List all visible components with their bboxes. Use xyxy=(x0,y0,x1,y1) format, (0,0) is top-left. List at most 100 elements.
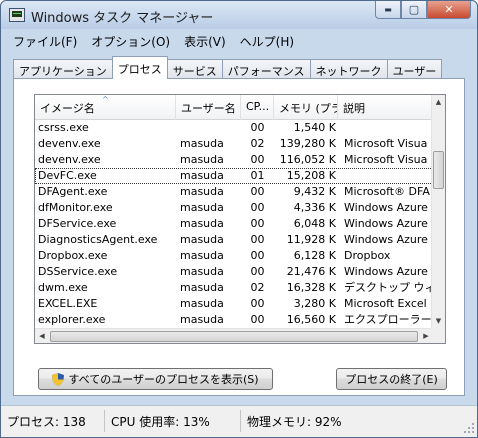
cell-description: デスクトップ ウィン xyxy=(344,281,433,294)
cell-cpu: 01 xyxy=(250,169,265,182)
cell-description: Windows Azure xyxy=(344,217,428,230)
menu-bar: ファイル(F) オプション(O) 表示(V) ヘルプ(H) xyxy=(7,31,302,51)
process-row[interactable]: explorer.exe masuda 00 16,560 K エクスプローラー xyxy=(35,312,433,328)
end-process-button[interactable]: プロセスの終了(E) xyxy=(336,368,447,390)
process-row[interactable]: Dropbox.exe masuda 00 6,128 K Dropbox xyxy=(35,248,433,264)
cell-memory: 1,540 K xyxy=(293,121,336,134)
column-cpu[interactable]: CP... xyxy=(241,95,274,120)
title-bar[interactable]: Windows タスク マネージャー ▬ ▢ ✕ xyxy=(1,1,477,29)
process-row[interactable]: DevFC.exe masuda 01 15,208 K xyxy=(35,168,433,184)
window-controls: ▬ ▢ ✕ xyxy=(375,1,471,19)
process-row[interactable]: devenv.exe masuda 02 139,280 K Microsoft Vis… xyxy=(35,136,433,152)
cell-cpu: 00 xyxy=(250,185,265,198)
cell-cpu: 02 xyxy=(250,137,265,150)
cell-cpu: 00 xyxy=(250,233,265,246)
task-manager-icon xyxy=(9,8,25,22)
column-image-name[interactable]: イメージ名 ^ xyxy=(35,95,176,120)
cell-cpu: 00 xyxy=(250,201,265,214)
process-row[interactable]: EXCEL.EXE masuda 00 3,280 K Microsoft Excel xyxy=(35,296,433,312)
tab-processes[interactable]: プロセス xyxy=(111,56,168,79)
cell-image-name: EXCEL.EXE xyxy=(38,297,98,310)
cell-memory: 6,128 K xyxy=(293,249,336,262)
menu-file[interactable]: ファイル(F) xyxy=(7,31,85,51)
cell-description: Windows Azure xyxy=(344,233,428,246)
menu-help[interactable]: ヘルプ(H) xyxy=(234,31,302,51)
column-image-name-label: イメージ名 xyxy=(40,102,95,115)
cell-cpu: 00 xyxy=(250,265,265,278)
process-row[interactable]: dwm.exe masuda 02 16,328 K デスクトップ ウィン xyxy=(35,280,433,296)
vertical-scroll-thumb[interactable] xyxy=(433,151,444,189)
cell-cpu: 00 xyxy=(250,217,265,230)
minimize-icon: ▬ xyxy=(384,5,392,14)
cell-memory: 21,476 K xyxy=(286,265,336,278)
vertical-scrollbar[interactable]: ▲ ▼ xyxy=(431,95,445,328)
cell-user-name xyxy=(176,120,241,136)
cell-memory: 6,048 K xyxy=(293,217,336,230)
cell-user-name: masuda xyxy=(180,201,224,214)
cell-description: Microsoft Excel xyxy=(344,297,427,310)
cell-user-name: masuda xyxy=(180,281,224,294)
cell-description: Windows Azure xyxy=(344,201,428,214)
menu-options[interactable]: オプション(O) xyxy=(85,31,178,51)
end-process-label: プロセスの終了(E) xyxy=(345,373,438,386)
cell-user-name: masuda xyxy=(180,313,224,326)
column-user-name[interactable]: ユーザー名 xyxy=(176,95,241,120)
scroll-down-icon[interactable]: ▼ xyxy=(432,314,445,328)
status-cpu-usage: CPU 使用率: 13% xyxy=(105,410,241,432)
cell-memory: 4,336 K xyxy=(293,201,336,214)
process-row[interactable]: DSService.exe masuda 00 21,476 K Windows Azu… xyxy=(35,264,433,280)
process-row[interactable]: dfMonitor.exe masuda 00 4,336 K Windows Azur… xyxy=(35,200,433,216)
cell-description xyxy=(338,168,433,184)
tab-performance[interactable]: パフォーマンス xyxy=(221,59,311,79)
cell-description: Windows Azure xyxy=(344,265,428,278)
cell-image-name: dwm.exe xyxy=(38,281,88,294)
close-button[interactable]: ✕ xyxy=(427,1,471,19)
cell-cpu: 00 xyxy=(250,153,265,166)
cell-image-name: DiagnosticsAgent.exe xyxy=(38,233,158,246)
cell-cpu: 00 xyxy=(250,313,265,326)
column-memory[interactable]: メモリ (プラ... xyxy=(274,95,338,120)
cell-description xyxy=(338,120,433,136)
maximize-button[interactable]: ▢ xyxy=(401,1,427,19)
process-row[interactable]: devenv.exe masuda 00 116,052 K Microsoft Vis… xyxy=(35,152,433,168)
cell-cpu: 02 xyxy=(250,281,265,294)
cell-user-name: masuda xyxy=(180,217,224,230)
menu-view[interactable]: 表示(V) xyxy=(178,31,234,51)
horizontal-scrollbar[interactable]: ◀ ▶ xyxy=(35,328,433,343)
process-list[interactable]: イメージ名 ^ ユーザー名 CP... メモリ (プラ... 説明 csrss.… xyxy=(34,94,446,344)
cell-memory: 116,052 K xyxy=(279,153,336,166)
cell-memory: 16,328 K xyxy=(286,281,336,294)
process-row[interactable]: DFService.exe masuda 00 6,048 K Windows Azur… xyxy=(35,216,433,232)
horizontal-scroll-thumb[interactable] xyxy=(50,331,418,342)
cell-memory: 139,280 K xyxy=(279,137,336,150)
tab-applications[interactable]: アプリケーション xyxy=(13,59,113,79)
process-row[interactable]: csrss.exe 00 1,540 K xyxy=(35,120,433,136)
maximize-icon: ▢ xyxy=(408,3,420,16)
process-row[interactable]: DiagnosticsAgent.exe masuda 00 11,928 K Wind… xyxy=(35,232,433,248)
cell-description: Microsoft Visua xyxy=(344,153,428,166)
cell-memory: 15,208 K xyxy=(286,169,336,182)
tab-strip: アプリケーション プロセス サービス パフォーマンス ネットワーク ユーザー xyxy=(13,56,443,79)
cell-image-name: devenv.exe xyxy=(38,153,101,166)
cell-user-name: masuda xyxy=(180,265,224,278)
cell-description: Microsoft Visua xyxy=(344,137,428,150)
cell-user-name: masuda xyxy=(180,249,224,262)
resize-grip-icon[interactable] xyxy=(463,422,475,434)
minimize-button[interactable]: ▬ xyxy=(375,1,401,19)
cell-user-name: masuda xyxy=(180,169,224,182)
process-row[interactable]: DFAgent.exe masuda 00 9,432 K Microsoft® DFA xyxy=(35,184,433,200)
process-list-header: イメージ名 ^ ユーザー名 CP... メモリ (プラ... 説明 xyxy=(35,95,433,120)
tab-users[interactable]: ユーザー xyxy=(386,59,443,79)
cell-cpu: 00 xyxy=(250,249,265,262)
cell-user-name: masuda xyxy=(180,297,224,310)
cell-image-name: DFAgent.exe xyxy=(38,185,108,198)
tab-services[interactable]: サービス xyxy=(166,59,223,79)
cell-description: Microsoft® DFA xyxy=(344,185,430,198)
scroll-up-icon[interactable]: ▲ xyxy=(432,95,445,109)
status-bar: プロセス: 138 CPU 使用率: 13% 物理メモリ: 92% xyxy=(1,405,477,437)
tab-networking[interactable]: ネットワーク xyxy=(309,59,388,79)
show-all-users-processes-button[interactable]: すべてのユーザーのプロセスを表示(S) xyxy=(38,368,273,390)
cell-user-name: masuda xyxy=(180,153,224,166)
column-description[interactable]: 説明 xyxy=(338,95,433,120)
scroll-left-icon[interactable]: ◀ xyxy=(35,329,49,343)
